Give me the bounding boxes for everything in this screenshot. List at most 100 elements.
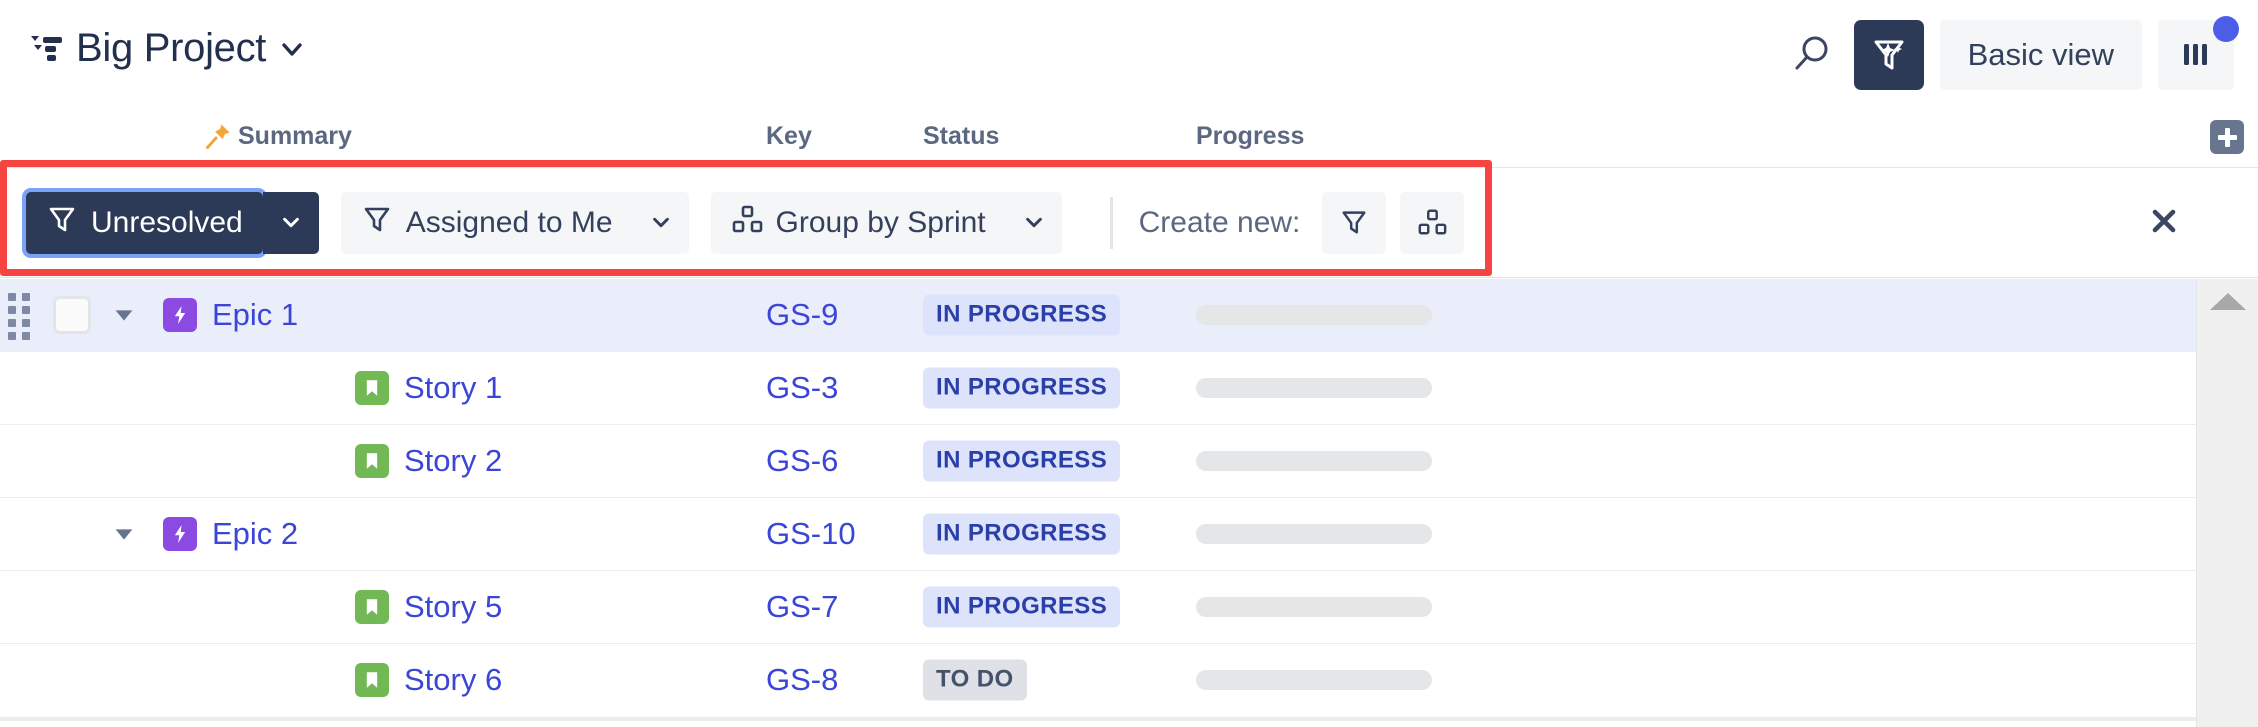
- page-title: Big Project: [76, 26, 267, 70]
- story-type-icon: [355, 371, 389, 405]
- jira-plan-table-app: Big Project Basic view Summary Key Statu…: [0, 0, 2258, 727]
- horizontal-scrollbar[interactable]: [0, 715, 2196, 727]
- row-key-link[interactable]: GS-7: [766, 589, 838, 625]
- status-badge: IN PROGRESS: [923, 440, 1121, 482]
- group-by-sprint-dropdown[interactable]: [1005, 192, 1062, 254]
- row-status-cell: IN PROGRESS: [923, 367, 1121, 409]
- row-drag-handle[interactable]: [8, 293, 30, 340]
- search-icon: [1790, 32, 1834, 79]
- close-icon: [2148, 205, 2180, 240]
- magic-filter-icon: [1869, 34, 1909, 77]
- row-summary-cell: Story 2: [355, 443, 502, 479]
- row-key-link[interactable]: GS-8: [766, 662, 838, 698]
- row-key-link[interactable]: GS-9: [766, 297, 838, 333]
- add-column-button[interactable]: [2210, 120, 2244, 154]
- filter-unresolved-label: Unresolved: [91, 206, 243, 239]
- row-progress-bar: [1196, 378, 1432, 398]
- column-header-key[interactable]: Key: [766, 122, 812, 151]
- group-by-sprint-button[interactable]: Group by Sprint: [710, 192, 1006, 254]
- magic-filter-button[interactable]: [1853, 20, 1924, 90]
- horizontal-scrollbar-track: [0, 717, 2196, 721]
- filter-assigned-to-me-dropdown[interactable]: [632, 192, 689, 254]
- row-progress-bar: [1196, 451, 1432, 471]
- group-icon: [1417, 207, 1447, 240]
- chevron-down-icon: [650, 211, 672, 236]
- status-badge: IN PROGRESS: [923, 586, 1121, 628]
- column-header-summary[interactable]: Summary: [238, 122, 352, 151]
- row-key-link[interactable]: GS-6: [766, 443, 838, 479]
- group-by-sprint-label: Group by Sprint: [775, 206, 986, 239]
- row-key-link[interactable]: GS-3: [766, 370, 838, 406]
- filter-chip-group-by-sprint[interactable]: Group by Sprint: [710, 192, 1062, 254]
- story-type-icon: [355, 444, 389, 478]
- row-checkbox[interactable]: [53, 296, 91, 334]
- create-new-label: Create new:: [1138, 206, 1301, 239]
- row-summary-cell: Epic 1: [163, 297, 298, 333]
- row-progress-bar: [1196, 305, 1432, 325]
- row-summary-link[interactable]: Story 5: [404, 589, 502, 625]
- table-row[interactable]: Epic 1 GS-9 IN PROGRESS: [0, 279, 2258, 352]
- row-status-cell: IN PROGRESS: [923, 440, 1121, 482]
- row-summary-link[interactable]: Story 6: [404, 662, 502, 698]
- close-filter-toolbar-button[interactable]: [2142, 201, 2186, 245]
- row-summary-cell: Epic 2: [163, 516, 298, 552]
- row-progress-bar: [1196, 670, 1432, 690]
- filter-icon: [46, 203, 78, 243]
- filter-assigned-to-me-button[interactable]: Assigned to Me: [340, 192, 633, 254]
- columns-icon: [2179, 37, 2213, 74]
- status-badge: IN PROGRESS: [923, 367, 1121, 409]
- table-row[interactable]: Epic 2 GS-10 IN PROGRESS: [0, 498, 2258, 571]
- row-summary-cell: Story 1: [355, 370, 502, 406]
- row-expand-toggle[interactable]: [108, 299, 140, 331]
- filter-chip-unresolved[interactable]: Unresolved: [26, 192, 319, 254]
- row-summary-link[interactable]: Story 1: [404, 370, 502, 406]
- filter-unresolved-button[interactable]: Unresolved: [26, 192, 263, 254]
- chevron-down-icon[interactable]: [280, 37, 304, 61]
- row-status-cell: IN PROGRESS: [923, 294, 1121, 336]
- pin-icon[interactable]: [204, 122, 232, 150]
- row-summary-link[interactable]: Epic 1: [212, 297, 298, 333]
- table-row[interactable]: Story 6 GS-8 TO DO: [0, 644, 2258, 717]
- create-new-filter-button[interactable]: [1322, 192, 1387, 254]
- notification-dot: [2213, 16, 2239, 42]
- filter-unresolved-dropdown[interactable]: [262, 192, 319, 254]
- row-summary-link[interactable]: Story 2: [404, 443, 502, 479]
- row-summary-link[interactable]: Epic 2: [212, 516, 298, 552]
- column-header-progress[interactable]: Progress: [1196, 122, 1304, 151]
- filter-assigned-to-me-label: Assigned to Me: [405, 206, 613, 239]
- filter-chip-assigned-to-me[interactable]: Assigned to Me: [340, 192, 689, 254]
- row-progress-bar: [1196, 524, 1432, 544]
- row-key-link[interactable]: GS-10: [766, 516, 856, 552]
- toolbar-divider: [1109, 197, 1113, 249]
- chevron-down-icon: [280, 211, 302, 236]
- group-icon: [731, 203, 763, 243]
- top-bar: Big Project Basic view: [0, 0, 2258, 112]
- status-badge: IN PROGRESS: [923, 513, 1121, 555]
- columns-button[interactable]: [2158, 16, 2239, 90]
- search-button[interactable]: [1786, 29, 1838, 81]
- row-progress-bar: [1196, 597, 1432, 617]
- table-row[interactable]: Story 1 GS-3 IN PROGRESS: [0, 352, 2258, 425]
- epic-type-icon: [163, 517, 197, 551]
- column-header-status[interactable]: Status: [923, 122, 999, 151]
- top-actions: Basic view: [1786, 16, 2239, 90]
- table-row[interactable]: Story 5 GS-7 IN PROGRESS: [0, 571, 2258, 644]
- row-status-cell: IN PROGRESS: [923, 586, 1121, 628]
- row-summary-cell: Story 6: [355, 662, 502, 698]
- table-row[interactable]: Story 2 GS-6 IN PROGRESS: [0, 425, 2258, 498]
- basic-view-button[interactable]: Basic view: [1939, 20, 2142, 90]
- status-badge: TO DO: [923, 659, 1027, 701]
- filter-icon: [1339, 207, 1369, 240]
- project-title-block[interactable]: Big Project: [30, 26, 304, 71]
- filter-toolbar: Unresolved Assigned to Me Group by Sprin…: [0, 168, 2258, 278]
- filter-icon: [361, 203, 393, 243]
- scroll-up-arrow-icon[interactable]: [2209, 293, 2246, 310]
- row-status-cell: TO DO: [923, 659, 1027, 701]
- story-type-icon: [355, 590, 389, 624]
- row-summary-cell: Story 5: [355, 589, 502, 625]
- vertical-scrollbar[interactable]: [2196, 279, 2258, 727]
- row-expand-toggle[interactable]: [108, 518, 140, 550]
- create-new-group-button[interactable]: [1400, 192, 1465, 254]
- epic-type-icon: [163, 298, 197, 332]
- status-badge: IN PROGRESS: [923, 294, 1121, 336]
